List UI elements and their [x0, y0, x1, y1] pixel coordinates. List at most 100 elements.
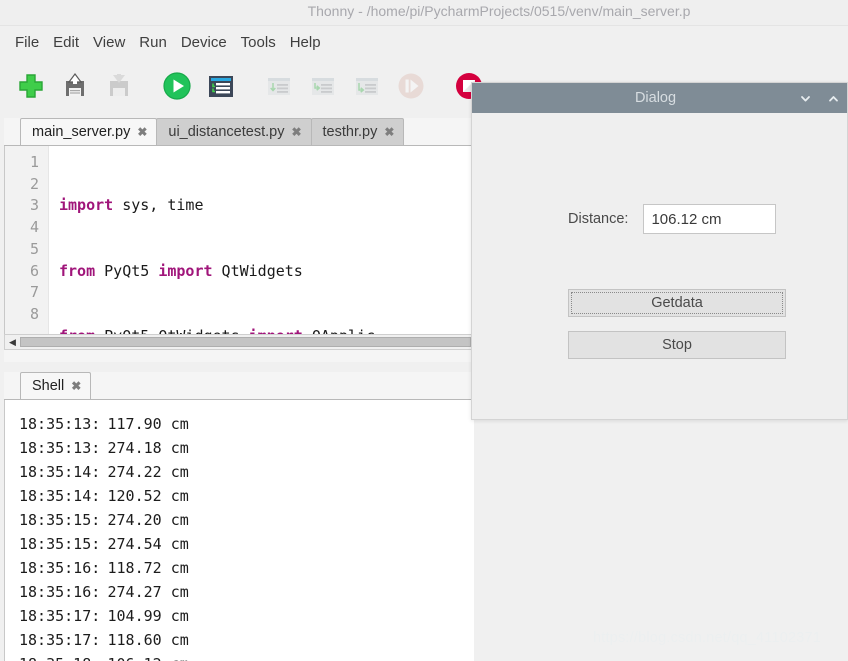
menu-file[interactable]: File	[8, 32, 46, 53]
editor-tab-main-server[interactable]: main_server.py ✖	[20, 118, 158, 145]
editor-tab-ui-distancetest[interactable]: ui_distancetest.py ✖	[156, 118, 312, 145]
shell-value: 118.72 cm	[107, 559, 189, 577]
line-number: 4	[29, 218, 39, 237]
resume-icon	[398, 73, 424, 99]
close-icon[interactable]: ✖	[291, 125, 301, 139]
menu-help[interactable]: Help	[283, 32, 328, 53]
shell-output[interactable]: Traceback (most recent call last): 18:35…	[4, 400, 474, 661]
dialog-titlebar[interactable]: Dialog	[472, 83, 847, 113]
toolbar-save-button[interactable]	[56, 67, 94, 105]
shell-value: 274.54 cm	[107, 535, 189, 553]
run-icon	[163, 72, 191, 100]
scroll-left-arrow-icon[interactable]: ◀	[5, 335, 20, 349]
editor-tab-label: main_server.py	[32, 124, 131, 140]
shell-line: 18:35:16: 118.72 cm	[19, 556, 474, 580]
toolbar-debug-button[interactable]	[202, 67, 240, 105]
line-number-gutter: 1 2 3 4 5 6 7 8	[5, 146, 49, 334]
shell-line: 18:35:13: 274.18 cm	[19, 436, 474, 460]
shell-tabstrip: Shell ✖	[4, 372, 474, 400]
shell-line: 18:35:15: 274.20 cm	[19, 508, 474, 532]
dialog-title: Dialog	[634, 90, 677, 106]
shell-timestamp: 18:35:13:	[19, 439, 101, 457]
step-over-icon	[268, 78, 290, 95]
toolbar-run-button[interactable]	[158, 67, 196, 105]
editor-tab-testhr[interactable]: testhr.py ✖	[310, 118, 405, 145]
menubar: File Edit View Run Device Tools Help	[0, 26, 848, 58]
line-number: 6	[29, 261, 39, 280]
shell-line: 18:35:15: 274.54 cm	[19, 532, 474, 556]
shell-timestamp: 18:35:17:	[19, 607, 101, 625]
line-number: 1	[29, 153, 39, 171]
shell-timestamp: 18:35:18:	[19, 652, 102, 661]
menu-tools[interactable]: Tools	[234, 32, 283, 53]
shell-timestamp: 18:35:13:	[19, 415, 101, 433]
line-number: 2	[29, 174, 39, 193]
stop-button[interactable]: Stop	[568, 331, 786, 359]
shell-value: 274.18 cm	[107, 439, 189, 457]
code-line: from PyQt5.QtWidgets import QApplic	[59, 326, 474, 334]
toolbar-step-into-button	[304, 67, 342, 105]
close-icon[interactable]: ✖	[384, 125, 394, 139]
shell-value: 118.60 cm	[107, 631, 189, 649]
chevron-up-icon	[828, 95, 838, 101]
line-number: 3	[29, 196, 39, 215]
shell-value: 120.52 cm	[107, 487, 189, 505]
close-icon[interactable]: ✖	[137, 125, 147, 139]
step-out-icon	[356, 78, 378, 95]
shell-line: 18:35:14: 274.22 cm	[19, 460, 474, 484]
toolbar-resume-button	[392, 67, 430, 105]
shell-line: 18:35:18:106.12 cm	[19, 652, 474, 661]
dialog-maximize-button[interactable]	[819, 83, 847, 113]
shell-value: 104.99 cm	[107, 607, 189, 625]
shell-line: 18:35:17: 118.60 cm	[19, 628, 474, 652]
editor-pane: main_server.py ✖ ui_distancetest.py ✖ te…	[4, 118, 474, 362]
line-number: 7	[29, 283, 39, 302]
menu-device[interactable]: Device	[174, 32, 234, 53]
getdata-button[interactable]: Getdata	[568, 289, 786, 317]
dialog-body: Distance: 106.12 cm Getdata Stop	[472, 113, 847, 419]
distance-field-row: Distance: 106.12 cm	[568, 204, 777, 234]
line-number: 8	[29, 304, 39, 323]
shell-value: 274.22 cm	[107, 463, 189, 481]
save-icon	[66, 73, 84, 96]
shell-value: 274.20 cm	[107, 511, 189, 529]
shell-tab[interactable]: Shell ✖	[20, 372, 92, 399]
shell-pane: Shell ✖ Traceback (most recent call last…	[4, 372, 474, 661]
shell-value: 106.12 cm	[102, 652, 188, 661]
toolbar-load-button	[100, 67, 138, 105]
chevron-down-icon	[800, 95, 810, 101]
new-file-icon	[19, 74, 43, 98]
shell-timestamp: 18:35:15:	[19, 535, 101, 553]
window-titlebar: Thonny - /home/pi/PycharmProjects/0515/v…	[0, 0, 848, 26]
toolbar-step-out-button	[348, 67, 386, 105]
scrollbar-thumb[interactable]	[20, 337, 471, 347]
shell-line: 18:35:14: 120.52 cm	[19, 484, 474, 508]
menu-edit[interactable]: Edit	[46, 32, 86, 53]
shell-timestamp: 18:35:17:	[19, 631, 101, 649]
shell-value: 274.27 cm	[107, 583, 189, 601]
shell-value: 117.90 cm	[107, 415, 189, 433]
shell-tab-label: Shell	[32, 378, 65, 394]
distance-label: Distance:	[568, 211, 629, 227]
editor-tab-label: testhr.py	[322, 124, 378, 140]
shell-line: 18:35:16: 274.27 cm	[19, 580, 474, 604]
getdata-button-label: Getdata	[651, 295, 703, 311]
toolbar-new-file-button[interactable]	[12, 67, 50, 105]
load-icon	[110, 74, 128, 96]
editor-horizontal-scrollbar[interactable]: ◀	[4, 334, 474, 350]
shell-timestamp: 18:35:14:	[19, 487, 101, 505]
step-into-icon	[312, 78, 334, 95]
menu-run[interactable]: Run	[132, 32, 174, 53]
close-icon[interactable]: ✖	[71, 379, 81, 393]
code-editor[interactable]: 1 2 3 4 5 6 7 8 import sys, time from Py…	[4, 146, 474, 334]
shell-timestamp: 18:35:16:	[19, 559, 101, 577]
editor-tabstrip: main_server.py ✖ ui_distancetest.py ✖ te…	[4, 118, 474, 146]
line-number: 5	[29, 239, 39, 258]
shell-timestamp: 18:35:16:	[19, 583, 101, 601]
distance-input[interactable]: 106.12 cm	[643, 204, 777, 234]
menu-view[interactable]: View	[86, 32, 132, 53]
shell-line: 18:35:17: 104.99 cm	[19, 604, 474, 628]
dialog-minimize-button[interactable]	[791, 83, 819, 113]
watermark: https://blog.csdn.net/qq_41102371	[593, 630, 822, 646]
shell-line: 18:35:13: 117.90 cm	[19, 412, 474, 436]
